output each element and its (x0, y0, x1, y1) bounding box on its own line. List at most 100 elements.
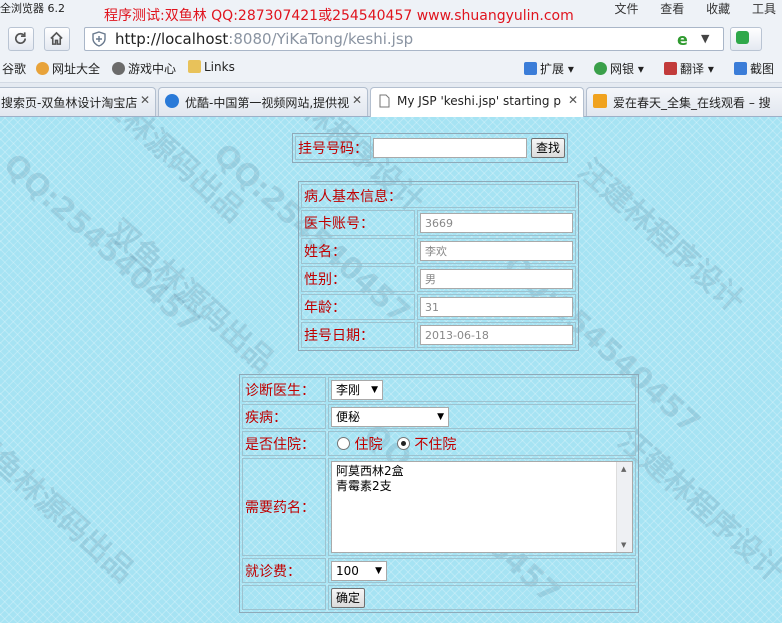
age-label: 年龄： (301, 294, 415, 320)
chevron-down-icon: ▼ (375, 565, 382, 576)
fee-label: 就诊费： (242, 558, 326, 583)
bookmark-game-center[interactable]: 游戏中心 (112, 60, 176, 77)
bookmark-label: 谷歌 (2, 62, 27, 76)
close-icon[interactable]: ✕ (568, 93, 578, 107)
tab-taobao-shop[interactable]: 搜索页-双鱼林设计淘宝店 ✕ (0, 87, 156, 116)
menu-tools[interactable]: 工具 (752, 2, 776, 16)
app-name: 全浏览器 6.2 (0, 2, 65, 15)
tab-youku[interactable]: 优酷-中国第一视频网站,提供视 ✕ (158, 87, 368, 116)
tab-strip: 搜索页-双鱼林设计淘宝店 ✕ 优酷-中国第一视频网站,提供视 ✕ My JSP … (0, 83, 782, 117)
menu-file[interactable]: 文件 (614, 2, 638, 16)
toolbar-extensions[interactable]: 扩展 ▾ (524, 60, 574, 77)
folder-icon (188, 60, 201, 73)
card-account-field[interactable]: 3669 (420, 213, 573, 233)
radio-inpatient-label[interactable]: 住院 (354, 437, 382, 453)
medicine-text: 阿莫西林2盒 青霉素2支 (336, 464, 404, 493)
scissors-icon (734, 62, 747, 75)
tab-title: 优酷-中国第一视频网站,提供视 (185, 96, 350, 110)
tab-title: 爱在春天_全集_在线观看 – 搜 (613, 96, 771, 110)
search-engine-button[interactable] (730, 27, 762, 51)
bank-icon (594, 62, 607, 75)
disease-selected-value: 便秘 (336, 409, 361, 424)
gender-label: 性别： (301, 266, 415, 292)
doctor-selected-value: 李刚 (336, 382, 361, 397)
name-field[interactable]: 李欢 (420, 241, 573, 261)
toolbar-label: 翻译 (680, 62, 705, 76)
chevron-down-icon: ▼ (437, 411, 444, 422)
bookmark-links[interactable]: Links (188, 60, 235, 74)
medicine-label: 需要药名： (242, 458, 326, 556)
bookmark-url-directory[interactable]: 网址大全 (36, 60, 100, 77)
doctor-label: 诊断医生： (242, 377, 326, 402)
bookmark-label: 网址大全 (52, 62, 101, 76)
shield-icon (92, 31, 106, 47)
fee-selected-value: 100 (336, 563, 359, 578)
radio-outpatient[interactable] (396, 436, 410, 450)
diagnosis-form: 诊断医生： 李刚 ▼ 疾病： 便秘 ▼ 是否住院： 住院 不住院 需要药名： 阿… (239, 374, 639, 613)
radio-outpatient-label[interactable]: 不住院 (414, 437, 456, 453)
chevron-down-icon: ▼ (371, 384, 378, 395)
menu-favorites[interactable]: 收藏 (706, 2, 730, 16)
bookmark-label: 游戏中心 (128, 62, 177, 76)
watermark-text: QQ:254540457 (0, 147, 207, 341)
field-label: 挂号号码： (298, 141, 368, 157)
extensions-icon (524, 62, 537, 75)
menu-view[interactable]: 查看 (660, 2, 684, 16)
toolbar-screenshot[interactable]: 截图 (734, 60, 774, 77)
submit-row-spacer (242, 585, 326, 610)
scroll-down-icon[interactable]: ▼ (621, 541, 626, 549)
url-text[interactable]: http://localhost:8080/YiKaTong/keshi.jsp (115, 30, 413, 48)
page-content: 双鱼林源码出品 QQ:254540457 汪建林程序设计 QQ:25454045… (0, 117, 782, 623)
gamepad-icon (112, 62, 125, 75)
watermark-text: 双鱼林源码出品 (0, 422, 141, 590)
tab-title: 搜索页-双鱼林设计淘宝店 (1, 96, 138, 110)
tab-keshi-jsp[interactable]: My JSP 'keshi.jsp' starting p ✕ (370, 87, 584, 117)
refresh-button[interactable] (8, 27, 34, 51)
navigation-bar: http://localhost:8080/YiKaTong/keshi.jsp… (0, 24, 782, 54)
registration-number-input[interactable] (373, 138, 527, 158)
textarea-scrollbar[interactable]: ▲ ▼ (616, 462, 632, 552)
close-icon[interactable]: ✕ (140, 93, 150, 107)
star-icon (36, 62, 49, 75)
card-account-label: 医卡账号： (301, 210, 415, 236)
toolbar-translate[interactable]: 翻译 ▾ (664, 60, 714, 77)
menu-bar: 文件 查看 收藏 工具 (596, 0, 776, 17)
toolbar-label: 扩展 (540, 62, 565, 76)
tab-soku[interactable]: 爱在春天_全集_在线观看 – 搜 (586, 87, 782, 116)
watermark-text: 汪建林程序设计 (571, 152, 751, 320)
bookmark-google[interactable]: 谷歌 (2, 60, 26, 77)
find-button[interactable]: 查找 (531, 138, 566, 158)
disease-label: 疾病： (242, 404, 326, 429)
refresh-icon (15, 32, 27, 44)
patient-info-table: 病人基本信息： 医卡账号： 3669 姓名： 李欢 性别： 男 年龄： 31 挂… (298, 181, 579, 351)
home-icon (50, 31, 63, 45)
registration-number-label: 挂号号码： (295, 136, 371, 160)
disease-select[interactable]: 便秘 ▼ (331, 406, 449, 427)
confirm-button[interactable]: 确定 (331, 587, 366, 608)
translate-icon (664, 62, 677, 75)
chevron-down-icon[interactable]: ▼ (701, 32, 709, 45)
soku-icon (593, 94, 607, 108)
medicine-textarea[interactable]: 阿莫西林2盒 青霉素2支 ▲ ▼ (331, 461, 633, 553)
scroll-up-icon[interactable]: ▲ (621, 465, 626, 473)
age-field[interactable]: 31 (420, 297, 573, 317)
address-bar[interactable]: http://localhost:8080/YiKaTong/keshi.jsp… (84, 27, 724, 51)
url-path: :8080/YiKaTong/keshi.jsp (228, 30, 414, 48)
close-icon[interactable]: ✕ (352, 93, 362, 107)
tab-title: My JSP 'keshi.jsp' starting p (397, 94, 561, 108)
ie-mode-icon[interactable]: e (677, 30, 688, 49)
patient-info-header: 病人基本信息： (301, 184, 576, 208)
bookmarks-bar: 谷歌 网址大全 游戏中心 Links 扩展 ▾ 网银 ▾ 翻译 ▾ 截图 (0, 54, 782, 83)
radio-inpatient[interactable] (337, 436, 350, 450)
fee-select[interactable]: 100 ▼ (331, 560, 387, 581)
watermark-text: 双鱼林源码出品 (101, 212, 281, 380)
hospitalization-label: 是否住院： (242, 431, 326, 456)
doctor-select[interactable]: 李刚 ▼ (331, 379, 383, 400)
toolbar-online-banking[interactable]: 网银 ▾ (594, 60, 644, 77)
toolbar-label: 网银 (610, 62, 635, 76)
registration-date-label: 挂号日期： (301, 322, 415, 348)
document-icon (379, 94, 390, 108)
gender-field[interactable]: 男 (420, 269, 573, 289)
home-button[interactable] (44, 27, 70, 51)
registration-date-field[interactable]: 2013-06-18 (420, 325, 573, 345)
